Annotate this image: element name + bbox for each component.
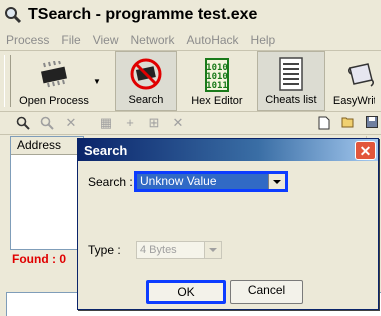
menu-process[interactable]: Process bbox=[0, 33, 55, 47]
list-toolbar: ✕ ▦ + ⊞ ✕ bbox=[0, 112, 381, 135]
title-bar: TSearch - programme test.exe bbox=[0, 0, 381, 30]
hex-editor-label: Hex Editor bbox=[191, 95, 243, 107]
save-icon[interactable] bbox=[365, 116, 379, 130]
ok-button[interactable]: OK bbox=[146, 280, 226, 304]
dialog-title: Search bbox=[84, 142, 128, 158]
menu-bar: Process File View Network AutoHack Help bbox=[0, 30, 381, 51]
clear-search-icon[interactable]: ✕ bbox=[64, 116, 78, 130]
open-process-label: Open Process bbox=[19, 95, 89, 107]
cheats-list-label: Cheats list bbox=[265, 94, 317, 106]
search-icon[interactable] bbox=[16, 116, 30, 130]
easywrite-button[interactable]: EasyWrit bbox=[329, 51, 375, 111]
cancel-button[interactable]: Cancel bbox=[230, 280, 303, 304]
scroll-icon bbox=[341, 57, 375, 93]
hex-editor-button[interactable]: 1010 1010 1011 Hex Editor bbox=[181, 51, 253, 111]
open-process-dropdown-icon[interactable]: ▼ bbox=[93, 77, 101, 86]
list-icon bbox=[271, 56, 311, 92]
toolbar-grip[interactable] bbox=[4, 55, 11, 107]
add-icon[interactable]: + bbox=[123, 116, 137, 130]
open-process-button[interactable]: Open Process bbox=[13, 51, 95, 111]
search-type-label: Search : bbox=[88, 175, 133, 189]
type-chevron-down-icon[interactable] bbox=[204, 242, 221, 258]
svg-text:1011: 1011 bbox=[206, 81, 228, 91]
search-dialog: Search ✕ Search : Unknow Value Type : 4 … bbox=[77, 138, 379, 310]
value-type-select[interactable]: 4 Bytes bbox=[136, 241, 222, 259]
window-title: TSearch - programme test.exe bbox=[28, 6, 258, 23]
search-label: Search bbox=[128, 94, 164, 106]
easywrite-label: EasyWrit bbox=[332, 95, 375, 107]
calculator-icon[interactable]: ▦ bbox=[99, 116, 113, 130]
delete-icon[interactable]: ✕ bbox=[171, 116, 185, 130]
cheats-list-button[interactable]: Cheats list bbox=[256, 51, 325, 111]
found-count: Found : 0 bbox=[12, 252, 66, 266]
magnifier-icon bbox=[4, 6, 22, 24]
menu-autohack[interactable]: AutoHack bbox=[181, 33, 245, 47]
address-list[interactable]: Address bbox=[10, 136, 84, 250]
type-label: Type : bbox=[88, 243, 121, 257]
menu-view[interactable]: View bbox=[87, 33, 125, 47]
menu-help[interactable]: Help bbox=[245, 33, 282, 47]
binary-icon: 1010 1010 1011 bbox=[197, 57, 237, 93]
search-type-select[interactable]: Unknow Value bbox=[134, 171, 288, 192]
add-box-icon[interactable]: ⊞ bbox=[147, 116, 161, 130]
new-file-icon[interactable] bbox=[317, 116, 331, 130]
search-button[interactable]: Search bbox=[114, 51, 177, 111]
open-folder-icon[interactable] bbox=[341, 116, 355, 130]
value-type-value: 4 Bytes bbox=[140, 244, 177, 256]
chevron-down-icon[interactable] bbox=[268, 174, 285, 189]
search-next-icon[interactable] bbox=[40, 116, 54, 130]
close-icon[interactable]: ✕ bbox=[355, 140, 376, 160]
main-toolbar: Open Process ▼ Search 1010 1010 1011 Hex… bbox=[0, 51, 381, 112]
menu-network[interactable]: Network bbox=[125, 33, 181, 47]
search-type-value: Unknow Value bbox=[137, 174, 268, 189]
address-column-header[interactable]: Address bbox=[11, 137, 83, 155]
menu-file[interactable]: File bbox=[55, 33, 86, 47]
no-chip-icon bbox=[126, 56, 166, 92]
dialog-title-bar: Search ✕ bbox=[78, 139, 378, 161]
chip-icon bbox=[34, 57, 74, 93]
